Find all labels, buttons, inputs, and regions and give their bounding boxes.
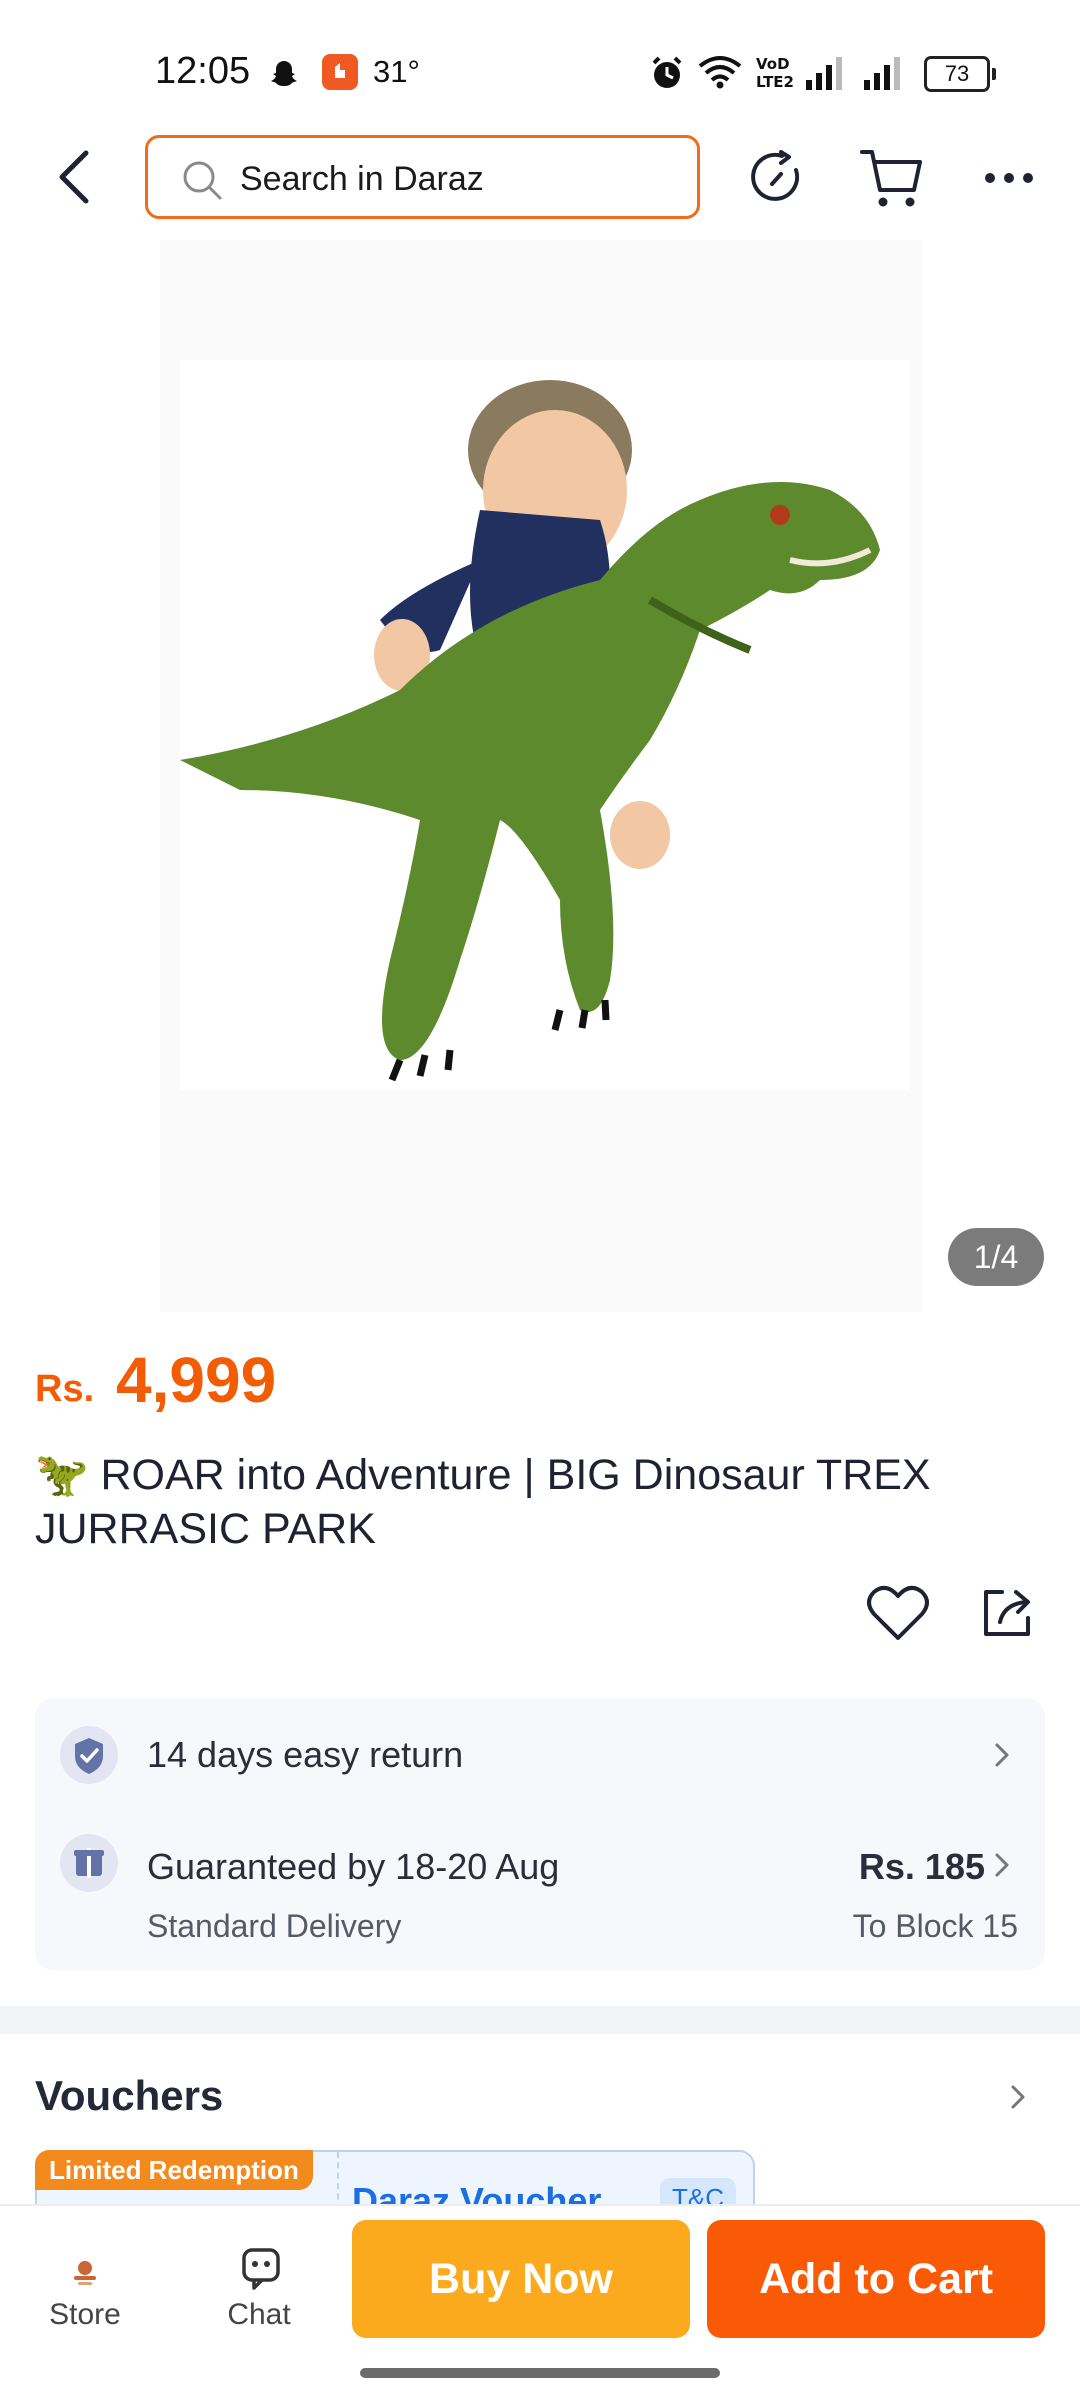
status-bar: 12:05 31° VoD LTE2 73 (0, 0, 1080, 130)
chat-button[interactable]: Chat (194, 2240, 324, 2350)
volte-icon: VoD LTE2 (756, 55, 794, 90)
delivery-price: Rs. 185 (858, 1846, 985, 1887)
chevron-right-icon (995, 1853, 1009, 1877)
refresh-icon[interactable] (748, 148, 808, 208)
return-policy-row[interactable]: 14 days easy return (35, 1710, 1045, 1800)
return-policy-text: 14 days easy return (147, 1734, 464, 1775)
chat-bot-icon (242, 2248, 280, 2290)
wifi-icon (698, 56, 742, 89)
status-temperature: 31° (373, 54, 420, 89)
home-indicator[interactable] (360, 2368, 720, 2378)
battery-icon: 73 (924, 56, 996, 92)
chat-label: Chat (227, 2298, 291, 2331)
snapchat-icon (271, 61, 297, 86)
search-icon (183, 161, 222, 200)
limited-redemption-badge: Limited Redemption (35, 2150, 313, 2190)
back-arrow-icon[interactable] (50, 145, 100, 209)
chevron-right-icon (995, 1743, 1009, 1767)
signal-icon (806, 57, 842, 90)
price-amount: 4,999 (116, 1344, 277, 1416)
buy-now-button[interactable]: Buy Now (352, 2220, 690, 2338)
search-placeholder: Search in Daraz (240, 160, 484, 198)
image-counter: 1/4 (948, 1228, 1044, 1286)
heart-icon[interactable] (866, 1584, 930, 1642)
search-input[interactable]: Search in Daraz (145, 135, 700, 219)
store-label: Store (49, 2298, 121, 2331)
share-icon[interactable] (978, 1584, 1036, 1642)
svg-text:LTE2: LTE2 (756, 73, 794, 90)
delivery-location: To Block 15 (852, 1908, 1018, 1944)
delivery-type-text: Standard Delivery (147, 1908, 402, 1944)
alarm-icon (652, 56, 682, 88)
shield-check-icon (60, 1726, 118, 1784)
store-button[interactable]: Store (20, 2240, 150, 2350)
cart-icon[interactable] (858, 146, 928, 212)
chevron-right-icon[interactable] (1006, 2082, 1030, 2112)
package-icon (60, 1834, 118, 1892)
store-logo-icon (74, 2261, 96, 2285)
signal-icon (864, 57, 900, 90)
price-currency: Rs. (35, 1368, 95, 1410)
status-time: 12:05 (155, 50, 251, 92)
svg-text:VoD: VoD (756, 55, 790, 73)
more-icon[interactable] (982, 164, 1036, 192)
vouchers-title: Vouchers (35, 2072, 224, 2119)
product-title: 🦖 ROAR into Adventure | BIG Dinosaur TRE… (35, 1451, 931, 1553)
add-to-cart-button[interactable]: Add to Cart (707, 2220, 1045, 2338)
delivery-row[interactable]: Guaranteed by 18-20 Aug Standard Deliver… (35, 1820, 1045, 1960)
delivery-guarantee-text: Guaranteed by 18-20 Aug (147, 1846, 560, 1887)
section-divider (0, 2006, 1080, 2034)
product-image (180, 360, 910, 1090)
notification-app-icon (322, 54, 358, 90)
